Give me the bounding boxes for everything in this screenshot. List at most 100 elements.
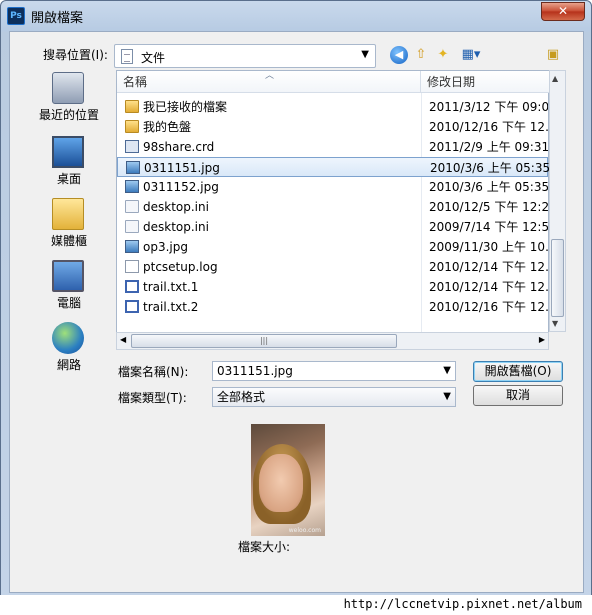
scroll-right-icon[interactable]: ▶ xyxy=(539,335,545,344)
preview-watermark: weloo.com xyxy=(288,527,321,534)
documents-icon xyxy=(121,49,133,64)
file-row[interactable]: ptcsetup.log 2010/12/14 下午 12... xyxy=(117,257,548,277)
ini-file-icon xyxy=(125,200,139,213)
file-date: 2009/11/30 上午 10... xyxy=(429,240,548,254)
look-in-label: 搜尋位置(I): xyxy=(43,48,108,62)
file-date: 2010/12/5 下午 12:24 xyxy=(429,200,548,214)
file-date: 2009/7/14 下午 12:54 xyxy=(429,220,548,234)
file-name: 98share.crd xyxy=(143,140,215,154)
file-date: 2010/12/16 下午 12... xyxy=(429,300,548,314)
open-file-dialog: Ps 開啟檔案 ✕ 搜尋位置(I): 文件 ▼ ◀ ⇧ ✦ ▦▾ ▣ 最近的位置… xyxy=(0,0,592,615)
cancel-button[interactable]: 取消 xyxy=(473,385,563,406)
place-label: 網路 xyxy=(56,358,81,372)
filename-label: 檔案名稱(N): xyxy=(118,365,189,379)
file-name: 0311152.jpg xyxy=(143,180,219,194)
filetype-label: 檔案類型(T): xyxy=(118,391,187,405)
place-desktop[interactable]: 桌面 xyxy=(22,136,116,192)
file-name: 0311151.jpg xyxy=(144,161,220,175)
file-date: 2010/12/14 下午 12... xyxy=(429,260,548,274)
filename-input[interactable]: 0311151.jpg ▼ xyxy=(212,361,456,381)
title-bar: Ps 開啟檔案 ✕ xyxy=(1,1,591,31)
window-title: 開啟檔案 xyxy=(31,11,84,26)
file-date: 2011/3/12 下午 09:07 xyxy=(429,100,548,114)
chevron-down-icon: ▼ xyxy=(361,49,369,60)
file-row[interactable]: desktop.ini 2010/12/5 下午 12:24 xyxy=(117,197,548,217)
img-file-icon xyxy=(126,161,140,174)
preview-face xyxy=(259,454,303,512)
file-row[interactable]: 0311151.jpg 2010/3/6 上午 05:35 xyxy=(117,157,549,177)
scroll-left-icon[interactable]: ◀ xyxy=(120,335,126,344)
txt-file-icon xyxy=(125,300,139,313)
file-name: trail.txt.2 xyxy=(143,300,199,314)
url-watermark: http://lccnetvip.pixnet.net/album xyxy=(0,595,592,615)
place-computer[interactable]: 電腦 xyxy=(22,260,116,316)
chevron-down-icon[interactable]: ▼ xyxy=(443,362,451,380)
recent-places-icon xyxy=(52,72,84,104)
column-header-date[interactable]: 修改日期 xyxy=(421,71,549,93)
file-row[interactable]: trail.txt.2 2010/12/16 下午 12... xyxy=(117,297,548,317)
file-row[interactable]: 我已接收的檔案 2011/3/12 下午 09:07 xyxy=(117,97,548,117)
column-header-name[interactable]: 名稱 ︿ xyxy=(117,71,421,93)
log-file-icon xyxy=(125,260,139,273)
new-folder-icon[interactable]: ✦ xyxy=(434,46,452,64)
file-date: 2010/3/6 上午 05:35 xyxy=(430,161,549,175)
up-folder-icon[interactable]: ⇧ xyxy=(412,46,430,64)
footer-url: http://lccnetvip.pixnet.net/album xyxy=(343,597,582,611)
file-row[interactable]: 我的色盤 2010/12/16 下午 12... xyxy=(117,117,548,137)
horizontal-scroll-thumb[interactable]: ||| xyxy=(131,334,397,348)
file-name: 我已接收的檔案 xyxy=(143,100,228,114)
file-row[interactable]: op3.jpg 2009/11/30 上午 10... xyxy=(117,237,548,257)
view-menu-icon[interactable]: ▦▾ xyxy=(458,46,484,64)
file-size-label: 檔案大小: xyxy=(238,540,291,554)
filetype-select[interactable]: 全部格式 ▼ xyxy=(212,387,456,407)
image-preview: weloo.com xyxy=(251,424,325,536)
file-name: desktop.ini xyxy=(143,220,209,234)
file-date: 2011/2/9 上午 09:31 xyxy=(429,140,548,154)
file-row[interactable]: desktop.ini 2009/7/14 下午 12:54 xyxy=(117,217,548,237)
place-recent[interactable]: 最近的位置 xyxy=(22,72,116,128)
img-file-icon xyxy=(125,240,139,253)
vertical-scroll-thumb[interactable] xyxy=(551,239,564,317)
file-name: 我的色盤 xyxy=(143,120,192,134)
folder-file-icon xyxy=(125,120,139,133)
file-date: 2010/12/16 下午 12... xyxy=(429,120,548,134)
img-file-icon xyxy=(125,180,139,193)
folder-file-icon xyxy=(125,100,139,113)
place-network[interactable]: 網路 xyxy=(22,322,116,378)
file-name: ptcsetup.log xyxy=(143,260,218,274)
computer-icon xyxy=(52,260,84,292)
place-label: 最近的位置 xyxy=(38,108,99,122)
places-bar: 最近的位置 桌面 媒體櫃 電腦 網路 xyxy=(22,72,116,402)
column-name-label: 名稱 xyxy=(123,75,148,89)
favorites-icon[interactable]: ▣ xyxy=(544,46,562,64)
file-row[interactable]: 0311152.jpg 2010/3/6 上午 05:35 xyxy=(117,177,548,197)
place-libraries[interactable]: 媒體櫃 xyxy=(22,198,116,254)
place-label: 媒體櫃 xyxy=(50,234,87,248)
vertical-scrollbar[interactable]: ▲ ▼ xyxy=(549,70,566,332)
file-list: 名稱 ︿ 修改日期 我已接收的檔案 2011/3/12 下午 09:07 我的色盤 2… xyxy=(116,70,549,350)
chevron-down-icon: ▼ xyxy=(443,391,451,402)
filetype-value: 全部格式 xyxy=(217,390,266,404)
ini-file-icon xyxy=(125,220,139,233)
file-date: 2010/3/6 上午 05:35 xyxy=(429,180,548,194)
libraries-icon xyxy=(52,198,84,230)
horizontal-scrollbar[interactable]: ◀ ||| ▶ xyxy=(116,332,549,350)
file-row[interactable]: 98share.crd 2011/2/9 上午 09:31 xyxy=(117,137,548,157)
sort-up-icon: ︿ xyxy=(265,71,275,81)
scroll-down-icon[interactable]: ▼ xyxy=(552,319,558,328)
look-in-dropdown[interactable]: 文件 ▼ xyxy=(114,44,376,68)
look-in-value: 文件 xyxy=(141,51,166,65)
file-row[interactable]: trail.txt.1 2010/12/14 下午 12... xyxy=(117,277,548,297)
open-button[interactable]: 開啟舊檔(O) xyxy=(473,361,563,382)
desktop-icon xyxy=(52,136,84,168)
file-date: 2010/12/14 下午 12... xyxy=(429,280,548,294)
file-name: trail.txt.1 xyxy=(143,280,199,294)
place-label: 桌面 xyxy=(56,172,81,186)
photoshop-icon: Ps xyxy=(7,7,25,25)
file-name: desktop.ini xyxy=(143,200,209,214)
scroll-up-icon[interactable]: ▲ xyxy=(552,74,558,83)
close-button[interactable]: ✕ xyxy=(541,2,585,21)
place-label: 電腦 xyxy=(56,296,81,310)
filename-value: 0311151.jpg xyxy=(217,364,293,378)
back-icon[interactable]: ◀ xyxy=(390,46,408,64)
